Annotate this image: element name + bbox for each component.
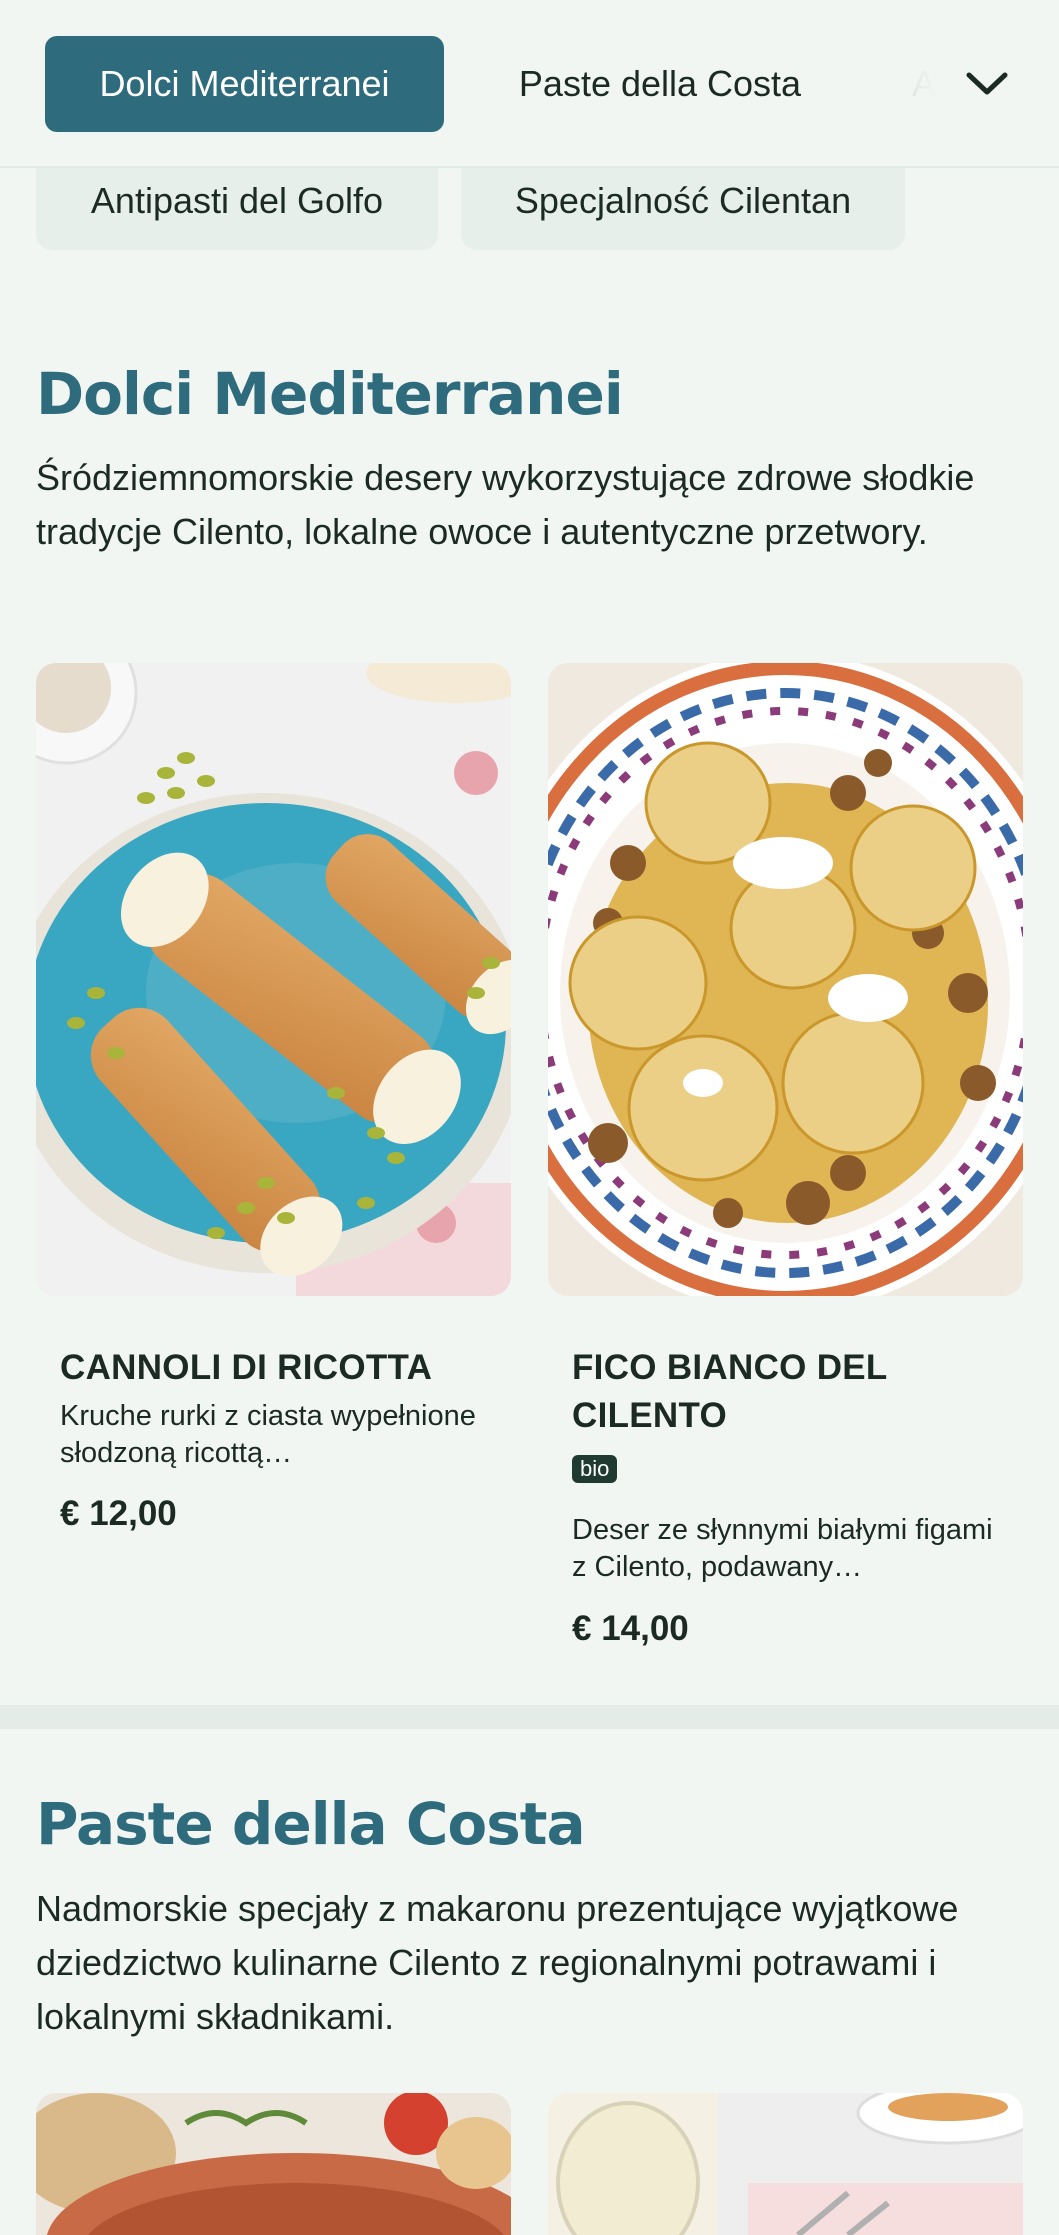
dish-price: € 12,00 bbox=[60, 1494, 177, 1533]
tab-paste-della-costa[interactable]: Paste della Costa bbox=[470, 36, 850, 132]
category-nav-bar: Dolci Mediterranei Paste della Costa A bbox=[0, 0, 1059, 168]
section-description: Nadmorskie specjały z makaronu prezentuj… bbox=[36, 1888, 959, 2037]
chip-label: Antipasti del Golfo bbox=[90, 180, 384, 221]
dish-image-pasta-2[interactable] bbox=[548, 2093, 1023, 2235]
section-title: Dolci Mediterranei bbox=[36, 360, 624, 428]
chip-label: Specjalność Cilentan bbox=[514, 180, 852, 221]
dish-price: € 14,00 bbox=[572, 1609, 689, 1648]
tab-dolci-mediterranei[interactable]: Dolci Mediterranei bbox=[45, 36, 444, 132]
dish-image-cannoli[interactable] bbox=[36, 663, 511, 1296]
dish-image-fico-bianco[interactable] bbox=[548, 663, 1023, 1296]
dish-description: Deser ze słynnymi białymi figami z Cilen… bbox=[572, 1514, 993, 1583]
dish-image-pasta-1[interactable] bbox=[36, 2093, 511, 2235]
bio-badge: bio bbox=[572, 1455, 618, 1483]
section-divider bbox=[0, 1705, 1059, 1729]
tab-label: Paste della Costa bbox=[518, 63, 802, 104]
dish-name: CANNOLI DI RICOTTA bbox=[60, 1348, 433, 1387]
tab-fade-overlay bbox=[880, 36, 960, 132]
section-description: Śródziemnomorskie desery wykorzystujące … bbox=[36, 457, 975, 552]
dish-description: Kruche rurki z ciasta wypełnione słodzon… bbox=[60, 1400, 476, 1469]
chevron-down-icon[interactable] bbox=[955, 54, 1019, 114]
section-title: Paste della Costa bbox=[36, 1790, 586, 1858]
tab-label: Dolci Mediterranei bbox=[99, 63, 390, 104]
dish-name: FICO BIANCO DEL CILENTO bbox=[572, 1348, 887, 1435]
